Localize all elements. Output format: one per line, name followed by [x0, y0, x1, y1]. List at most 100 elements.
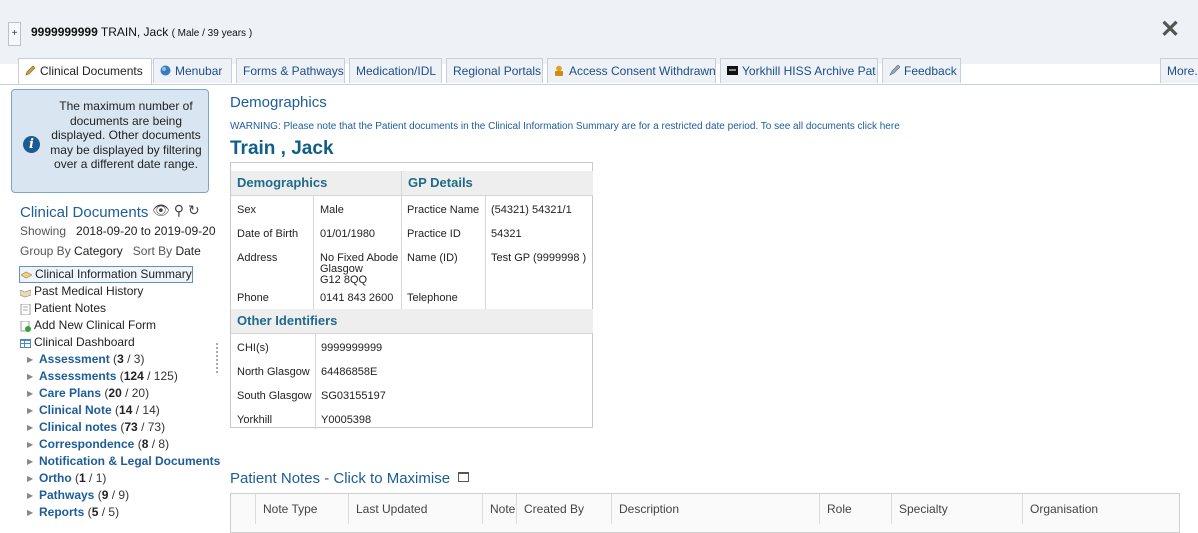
category-shown: 3	[117, 352, 124, 366]
book-icon	[19, 286, 32, 298]
tab-yorkhill-hiss-archive[interactable]: Yorkhill HISS Archive Pat	[720, 58, 878, 83]
category-name: Notification & Legal Documents	[39, 454, 221, 468]
category-assessments[interactable]: ▶ Assessments (124 / 125)	[19, 368, 215, 385]
tab-medication-idl[interactable]: Medication/IDL	[349, 58, 442, 83]
tab-label: Forms & Pathways	[243, 64, 344, 78]
category-ortho[interactable]: ▶ Ortho (1 / 1)	[19, 470, 215, 487]
nav-clinical-information-summary[interactable]: Clinical Information Summary	[19, 266, 193, 283]
groupby-value[interactable]: Category	[74, 244, 123, 258]
tab-feedback[interactable]: Feedback	[882, 58, 961, 83]
expand-arrow-icon[interactable]: ▶	[27, 351, 33, 368]
tab-regional-portals[interactable]: Regional Portals	[446, 58, 543, 83]
expand-arrow-icon[interactable]: ▶	[27, 470, 33, 487]
column-header-select[interactable]	[231, 494, 255, 524]
phone-value: 0141 843 2600	[320, 292, 394, 304]
expand-arrow-icon[interactable]: ▶	[27, 419, 33, 436]
refresh-icon[interactable]: ↻	[188, 202, 204, 218]
patient-name: TRAIN, Jack	[100, 25, 169, 39]
expand-arrow-icon[interactable]: ▶	[27, 453, 33, 470]
category-shown: 20	[108, 386, 122, 400]
nav-clinical-dashboard[interactable]: Clinical Dashboard	[19, 334, 215, 351]
column-header-note[interactable]: Note	[482, 494, 516, 524]
category-name: Ortho	[39, 471, 72, 485]
sidebar-splitter[interactable]	[216, 343, 220, 373]
category-assessment[interactable]: ▶ Assessment (3 / 3)	[19, 351, 215, 368]
column-header-note-type[interactable]: Note Type	[255, 494, 348, 524]
category-reports[interactable]: ▶ Reports (5 / 5)	[19, 504, 215, 521]
nav-label: Clinical Dashboard	[34, 335, 135, 349]
category-clinical-notes[interactable]: ▶ Clinical notes (73 / 73)	[19, 419, 215, 436]
tab-access-consent-withdrawn[interactable]: Access Consent Withdrawn	[547, 58, 716, 83]
sex-value: Male	[320, 204, 344, 216]
nav-add-new-clinical-form[interactable]: Add New Clinical Form	[19, 317, 215, 334]
category-care-plans[interactable]: ▶ Care Plans (20 / 20)	[19, 385, 215, 402]
showing-range[interactable]: 2018-09-20 to 2019-09-20	[76, 224, 215, 238]
patient-notes-table: Note Type Last Updated Note Created By D…	[230, 493, 1180, 533]
restricted-date-warning-link[interactable]: WARNING: Please note that the Patient do…	[230, 121, 900, 132]
category-name: Clinical Note	[39, 403, 112, 417]
tab-label: Clinical Documents	[40, 64, 143, 78]
group-sort: Group By Category Sort By Date	[20, 244, 201, 258]
nav-patient-notes[interactable]: Patient Notes	[19, 300, 215, 317]
grid-line	[313, 195, 314, 309]
add-form-icon	[20, 320, 31, 332]
column-header-last-updated[interactable]: Last Updated	[348, 494, 482, 524]
category-notification-legal[interactable]: ▶ Notification & Legal Documents	[19, 453, 220, 470]
maximise-icon[interactable]	[458, 472, 470, 482]
column-header-description[interactable]: Description	[611, 494, 819, 524]
tab-label: More.	[1167, 64, 1198, 78]
category-name: Assessment	[39, 352, 110, 366]
category-correspondence[interactable]: ▶ Correspondence (8 / 8)	[19, 436, 215, 453]
tab-menubar[interactable]: Menubar	[153, 58, 232, 83]
expand-arrow-icon[interactable]: ▶	[27, 385, 33, 402]
practice-id-label: Practice ID	[407, 228, 461, 240]
eye-icon[interactable]: 👁	[152, 202, 174, 218]
close-icon[interactable]: ✕	[1160, 18, 1180, 42]
search-icon[interactable]: ⚲	[174, 202, 188, 218]
grid-line	[231, 333, 593, 334]
column-header-specialty[interactable]: Specialty	[891, 494, 1022, 524]
category-clinical-note[interactable]: ▶ Clinical Note (14 / 14)	[19, 402, 215, 419]
grid-line	[315, 333, 316, 429]
tab-label: Menubar	[175, 64, 223, 78]
category-name: Clinical notes	[39, 420, 118, 434]
nav-past-medical-history[interactable]: Past Medical History	[19, 283, 215, 300]
patient-notes-maximise-link[interactable]: Patient Notes - Click to Maximise	[230, 470, 470, 487]
patient-banner: 9999999999 TRAIN, Jack ( Male / 39 years…	[31, 25, 252, 39]
tab-clinical-documents[interactable]: Clinical Documents	[18, 58, 152, 85]
expand-arrow-icon[interactable]: ▶	[27, 402, 33, 419]
other-identifiers-section-header: Other Identifiers	[231, 309, 593, 333]
column-header-organisation[interactable]: Organisation	[1022, 494, 1180, 524]
dob-value: 01/01/1980	[320, 228, 376, 240]
groupby-label: Group By	[20, 244, 71, 258]
chi-label: CHI(s)	[237, 342, 269, 354]
expand-arrow-icon[interactable]: ▶	[27, 368, 33, 385]
collapse-header-button[interactable]: +	[8, 22, 21, 46]
category-shown: 5	[91, 505, 99, 519]
yorkhill-label: Yorkhill	[237, 414, 273, 426]
grid-line	[485, 195, 486, 309]
gp-name-value: Test GP (9999998 )	[491, 252, 587, 264]
demographics-table: Demographics GP Details Other Identifier…	[230, 162, 593, 429]
south-glasgow-value: SG03155197	[321, 390, 386, 402]
south-glasgow-label: South Glasgow	[237, 390, 312, 402]
category-shown: 124	[123, 369, 144, 383]
expand-arrow-icon[interactable]: ▶	[27, 504, 33, 521]
grid-line	[401, 171, 402, 309]
expand-arrow-icon[interactable]: ▶	[27, 436, 33, 453]
category-pathways[interactable]: ▶ Pathways (9 / 9)	[19, 487, 215, 504]
sidebar: i The maximum number of documents are be…	[0, 85, 220, 533]
column-header-created-by[interactable]: Created By	[516, 494, 611, 524]
tab-forms-pathways[interactable]: Forms & Pathways	[236, 58, 345, 83]
sortby-value[interactable]: Date	[175, 244, 200, 258]
info-icon: i	[23, 136, 40, 153]
category-total: / 8	[151, 437, 166, 451]
dashboard-icon	[20, 337, 31, 348]
tab-more[interactable]: More.	[1160, 58, 1198, 83]
category-name: Pathways	[39, 488, 95, 502]
column-header-role[interactable]: Role	[819, 494, 891, 524]
info-notice: i The maximum number of documents are be…	[11, 89, 209, 193]
expand-arrow-icon[interactable]: ▶	[27, 487, 33, 504]
document-tree: Clinical Information Summary Past Medica…	[19, 266, 220, 521]
nav-label: Patient Notes	[34, 301, 107, 315]
